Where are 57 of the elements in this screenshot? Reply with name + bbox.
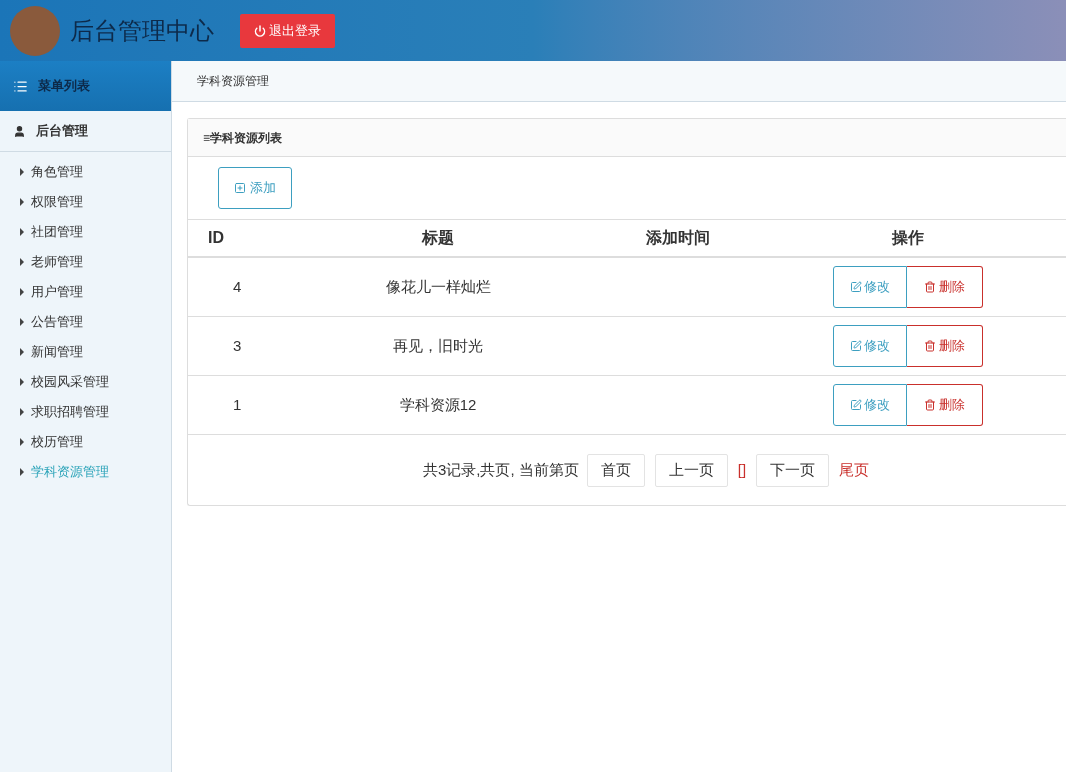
sidebar-item[interactable]: 用户管理 (0, 277, 171, 307)
column-header: 操作 (890, 228, 925, 248)
caret-icon (20, 228, 24, 236)
edit-icon (850, 399, 862, 411)
table-cell-text: 4 (232, 276, 243, 297)
caret-icon (20, 468, 24, 476)
delete-button[interactable]: 删除 (907, 325, 983, 367)
table-cell-text: 学科资源12 (398, 394, 478, 415)
panel-title: ≡学科资源列表 (203, 129, 282, 147)
app-title: 后台管理中心 (70, 15, 214, 46)
column-header: 标题 (420, 228, 455, 248)
caret-icon (20, 348, 24, 356)
trash-icon (924, 340, 936, 352)
caret-icon (20, 408, 24, 416)
table-cell-text: 像花儿一样灿烂 (384, 276, 492, 297)
breadcrumb: 学科资源管理 (197, 73, 269, 90)
logout-button[interactable]: 退出登录 (240, 13, 335, 48)
delete-button[interactable]: 删除 (907, 384, 983, 426)
table-cell-text: 1 (232, 394, 243, 415)
caret-icon (20, 378, 24, 386)
menu-title: 菜单列表 (38, 77, 90, 96)
section-title: 后台管理 (36, 122, 88, 141)
user-icon (13, 124, 26, 138)
caret-icon (20, 318, 24, 326)
caret-icon (20, 168, 24, 176)
avatar (10, 5, 60, 56)
caret-icon (20, 198, 24, 206)
trash-icon (924, 399, 936, 411)
pager-button[interactable]: 下一页 (756, 453, 830, 487)
trash-icon (924, 281, 936, 293)
plus-icon (234, 182, 246, 194)
sidebar-item[interactable]: 老师管理 (0, 247, 171, 277)
pager-button[interactable]: 首页 (586, 453, 645, 487)
table-cell-text: 再见，旧时光 (392, 335, 484, 356)
current-page: [] (736, 459, 748, 480)
sidebar-item[interactable]: 社团管理 (0, 217, 171, 247)
column-header: ID (207, 228, 225, 248)
sidebar-item[interactable]: 权限管理 (0, 187, 171, 217)
pager-button[interactable]: 上一页 (654, 453, 728, 487)
last-page-link[interactable]: 尾页 (837, 458, 872, 482)
column-header: 添加时间 (645, 228, 711, 248)
caret-icon (20, 438, 24, 446)
record-summary: 共3记录,共页, 当前第页 (422, 459, 579, 480)
sidebar-item[interactable]: 求职招聘管理 (0, 397, 171, 427)
list-icon (13, 78, 28, 94)
delete-button[interactable]: 删除 (907, 266, 983, 308)
sidebar-item[interactable]: 公告管理 (0, 307, 171, 337)
table-cell-text: 3 (232, 335, 243, 356)
caret-icon (20, 288, 24, 296)
sidebar-item[interactable]: 角色管理 (0, 157, 171, 187)
sidebar-item[interactable]: 校园风采管理 (0, 367, 171, 397)
edit-icon (850, 340, 862, 352)
sidebar-item[interactable]: 校历管理 (0, 427, 171, 457)
caret-icon (20, 258, 24, 266)
sidebar-item[interactable]: 新闻管理 (0, 337, 171, 367)
power-icon (254, 24, 266, 37)
edit-icon (850, 281, 862, 293)
